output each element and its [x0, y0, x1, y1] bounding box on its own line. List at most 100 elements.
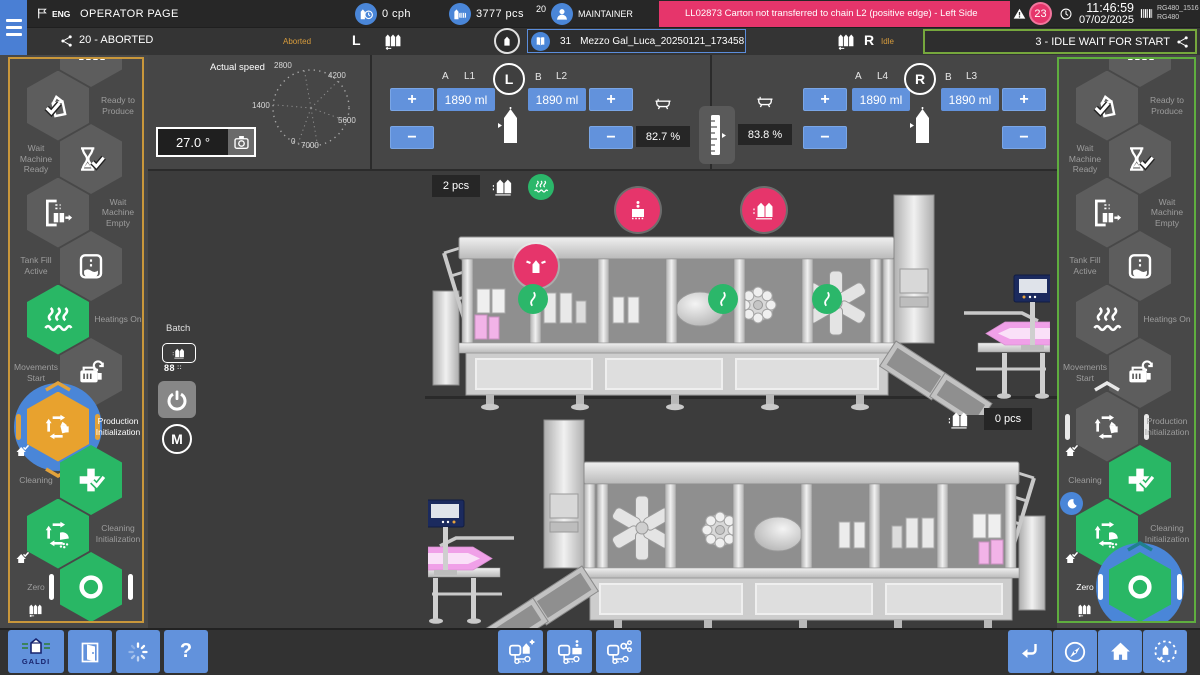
camera-button[interactable] — [228, 129, 254, 155]
step-label-tank-fill-active: Tank Fill Active — [12, 249, 60, 283]
level-ruler-button[interactable] — [699, 106, 735, 164]
alarm-message: LL02873 Carton not transferred to chain … — [685, 8, 978, 20]
step-cleaning-initialization[interactable] — [27, 499, 89, 569]
volume-a-value[interactable]: 1890 ml — [437, 88, 495, 111]
machine-line-bottom: 0 pcs — [428, 400, 1050, 622]
left-side-letter: L — [352, 32, 361, 48]
station-status-badge[interactable] — [518, 284, 548, 314]
lane-b-label: L2 — [556, 71, 567, 82]
busy-button[interactable] — [116, 630, 160, 673]
navigate-button[interactable] — [1053, 630, 1097, 673]
carton-check-icon — [42, 90, 74, 122]
power-button[interactable] — [158, 381, 196, 418]
volume-b-increase-button[interactable]: + — [589, 88, 633, 111]
menu-button[interactable] — [0, 0, 27, 55]
production-init-icon — [1091, 411, 1123, 443]
step-production-initialization[interactable] — [1076, 392, 1138, 462]
date-value: 07/02/2025 — [1062, 14, 1134, 26]
branch-icon — [1176, 35, 1190, 49]
lane-b-label: L3 — [966, 71, 977, 82]
step-ready-to-produce[interactable] — [27, 71, 89, 141]
step-movements-start[interactable] — [1109, 338, 1171, 408]
volume-a-value[interactable]: 1890 ml — [852, 88, 910, 111]
step-ready-to-produce[interactable] — [1076, 71, 1138, 141]
step-heatings-on[interactable] — [27, 285, 89, 355]
language-label[interactable]: ENG — [52, 9, 70, 19]
user-icon[interactable] — [551, 3, 573, 25]
alarm-count-badge[interactable]: 23 — [1029, 2, 1052, 25]
station-alarm-badge[interactable] — [514, 244, 558, 288]
recipe-book-icon — [531, 32, 550, 51]
station-status-badge[interactable] — [708, 284, 738, 314]
tank-icon — [753, 90, 777, 110]
phase-status-box[interactable]: 3 - IDLE WAIT FOR START — [923, 29, 1197, 54]
brand-button[interactable]: GALDI — [8, 630, 64, 673]
machine-empty-icon — [1091, 197, 1123, 229]
exit-button[interactable] — [68, 630, 112, 673]
cleaning-check-icon — [75, 464, 107, 496]
step-heatings-on[interactable] — [1076, 285, 1138, 355]
station-alarm-badge[interactable] — [616, 188, 660, 232]
volume-b-decrease-button[interactable]: − — [1002, 126, 1046, 149]
help-button[interactable]: ? — [164, 630, 208, 673]
step-wait-machine-empty[interactable] — [27, 178, 89, 248]
step-side-bar — [1177, 574, 1182, 600]
machine-filler-icon — [556, 638, 584, 666]
heating-on-indicator[interactable] — [528, 174, 554, 200]
step-label-cleaning-initialization: Cleaning Initialization — [94, 517, 142, 551]
step-tank-fill-active[interactable] — [60, 231, 122, 301]
night-mode-icon[interactable] — [1060, 492, 1083, 515]
volume-b-value[interactable]: 1890 ml — [941, 88, 999, 111]
left-cartons-icon — [379, 30, 407, 51]
volume-b-value[interactable]: 1890 ml — [528, 88, 586, 111]
group-b-label: B — [535, 72, 542, 83]
selector-button[interactable] — [1143, 630, 1187, 673]
volume-a-increase-button[interactable]: + — [390, 88, 434, 111]
volume-a-increase-button[interactable]: + — [803, 88, 847, 111]
gauge-tick: 2800 — [274, 61, 292, 70]
recipe-selector[interactable]: 31 Mezzo Gal_Luca_20250121_173458 — [527, 29, 746, 53]
station-status-badge[interactable] — [812, 284, 842, 314]
manual-mode-button[interactable]: M — [162, 424, 192, 454]
step-cleaning[interactable] — [1109, 445, 1171, 515]
volume-b-decrease-button[interactable]: − — [589, 126, 633, 149]
step-label-ready-to-produce: Ready to Produce — [1143, 89, 1191, 123]
language-flag-icon[interactable] — [36, 7, 49, 20]
time-value: 11:46:59 — [1076, 1, 1134, 15]
filling-machine-button[interactable] — [547, 630, 592, 673]
zero-ring-icon — [75, 571, 107, 603]
step-wait-machine-ready[interactable] — [60, 124, 122, 194]
filler-panel-right: 83.8 % + A L4 1890 ml R B L3 1890 ml + −… — [711, 55, 1057, 170]
galdi-logo-icon — [21, 637, 51, 657]
step-wait-machine-ready[interactable] — [1109, 124, 1171, 194]
tank-level-value: 83.8 % — [738, 124, 792, 145]
batch-counter-button[interactable] — [162, 343, 196, 363]
cip-machine-button[interactable] — [596, 630, 641, 673]
phase-status: 3 - IDLE WAIT FOR START — [1035, 36, 1170, 48]
step-label-heatings-on: Heatings On — [94, 303, 142, 337]
step-tank-fill-active[interactable] — [1109, 231, 1171, 301]
carton-toggle-button[interactable] — [494, 28, 520, 54]
hourglass-check-icon — [1124, 143, 1156, 175]
step-zero[interactable] — [60, 552, 122, 622]
batch-label: Batch — [166, 323, 190, 334]
barcode-icon — [1139, 6, 1154, 21]
volume-a-decrease-button[interactable]: − — [803, 126, 847, 149]
step-side-bar — [128, 574, 133, 600]
station-alarm-badge[interactable] — [742, 188, 786, 232]
step-wait-machine-empty[interactable] — [1076, 178, 1138, 248]
right-side-letter: R — [864, 32, 874, 48]
gauge-tick: 1400 — [252, 101, 270, 110]
volume-a-decrease-button[interactable]: − — [390, 126, 434, 149]
alarm-banner[interactable]: LL02873 Carton not transferred to chain … — [659, 1, 1010, 27]
home-button[interactable] — [1098, 630, 1142, 673]
rotary-selector-icon — [1152, 638, 1179, 665]
machine-empty-icon — [42, 197, 74, 229]
cartons-icon — [25, 601, 46, 618]
forming-machine-button[interactable] — [498, 630, 543, 673]
back-button[interactable] — [1008, 630, 1052, 673]
volume-b-increase-button[interactable]: + — [1002, 88, 1046, 111]
cartons-icon — [1074, 601, 1095, 618]
tank-icon — [651, 92, 675, 112]
line-piece-count: 0 pcs — [984, 408, 1032, 430]
